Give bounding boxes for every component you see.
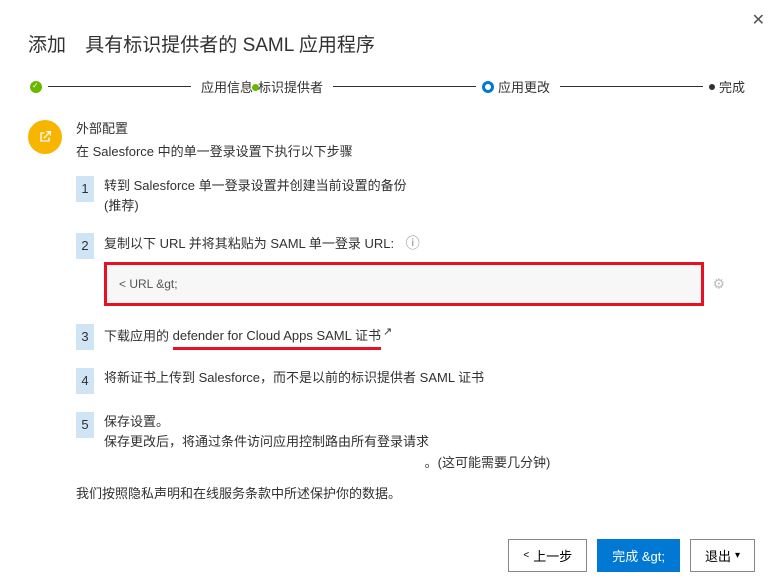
copy-gear-icon[interactable]: ⚙: [712, 274, 725, 295]
info-icon[interactable]: ⓘ: [406, 235, 420, 251]
close-icon[interactable]: ✕: [752, 10, 765, 30]
step1-line1: 转到 Salesforce 单一登录设置并创建当前设置的备份: [104, 176, 751, 196]
external-link-icon: [28, 120, 62, 154]
download-cert-link[interactable]: defender for Cloud Apps SAML 证书: [173, 326, 381, 350]
chevron-left-icon: <: [523, 550, 529, 561]
instruction-step-2: 2 复制以下 URL 并将其粘贴为 SAML 单一登录 URL: ⓘ < URL…: [76, 233, 751, 306]
finish-label: 完成 &gt;: [612, 546, 665, 565]
finish-button[interactable]: 完成 &gt;: [597, 539, 680, 572]
step3-pre: 下载应用的: [104, 328, 173, 343]
step-number: 4: [76, 368, 94, 394]
step2-text: 复制以下 URL 并将其粘贴为 SAML 单一登录 URL:: [104, 236, 394, 251]
saml-url-value: < URL &gt;: [119, 277, 178, 291]
step-apply-changes: 应用更改: [498, 77, 550, 96]
step-app-info-idp: 应用信息标识提供者: [201, 77, 323, 96]
dialog-title: 添加 具有标识提供者的 SAML 应用程序: [28, 30, 751, 57]
step5-line1: 保存设置。: [104, 412, 751, 432]
step4-text: 将新证书上传到 Salesforce，而不是以前的标识提供者 SAML 证书: [104, 368, 751, 388]
exit-button[interactable]: 退出 ▾: [690, 539, 755, 572]
instruction-step-4: 4 将新证书上传到 Salesforce，而不是以前的标识提供者 SAML 证书: [76, 368, 751, 394]
previous-button[interactable]: < 上一步: [508, 539, 587, 572]
saml-url-box[interactable]: < URL &gt; ⚙: [104, 262, 704, 306]
external-config-subtitle: 在 Salesforce 中的单一登录设置下执行以下步骤: [76, 141, 751, 160]
step-number: 5: [76, 412, 94, 438]
step-finish: 完成: [719, 77, 745, 96]
step-active-icon: [482, 81, 494, 93]
wizard-stepper: 应用信息标识提供者 应用更改 完成: [28, 77, 751, 96]
step-number: 1: [76, 176, 94, 202]
step5-note: 。(这可能需要几分钟): [224, 453, 751, 473]
chevron-down-icon: ▾: [735, 550, 740, 561]
instruction-step-1: 1 转到 Salesforce 单一登录设置并创建当前设置的备份 (推荐): [76, 176, 751, 215]
step-future-icon: [709, 84, 715, 90]
step1-line2: (推荐): [104, 196, 751, 216]
external-config-title: 外部配置: [76, 118, 751, 137]
step-done-icon: [30, 81, 42, 93]
step5-line2: 保存更改后，将通过条件访问应用控制路由所有登录请求: [104, 432, 751, 452]
step-number: 3: [76, 324, 94, 350]
instruction-step-3: 3 下载应用的 defender for Cloud Apps SAML 证书↗: [76, 324, 751, 350]
step-number: 2: [76, 233, 94, 259]
instruction-step-5: 5 保存设置。 保存更改后，将通过条件访问应用控制路由所有登录请求 。(这可能需…: [76, 412, 751, 473]
external-arrow-icon: ↗: [383, 326, 392, 338]
exit-label: 退出: [705, 546, 731, 565]
title-main: 具有标识提供者的 SAML 应用程序: [85, 35, 375, 56]
title-prefix: 添加: [28, 35, 66, 56]
dialog-footer: < 上一步 完成 &gt; 退出 ▾: [508, 539, 755, 572]
privacy-statement: 我们按照隐私声明和在线服务条款中所述保护你的数据。: [76, 483, 751, 502]
previous-label: 上一步: [533, 546, 572, 565]
